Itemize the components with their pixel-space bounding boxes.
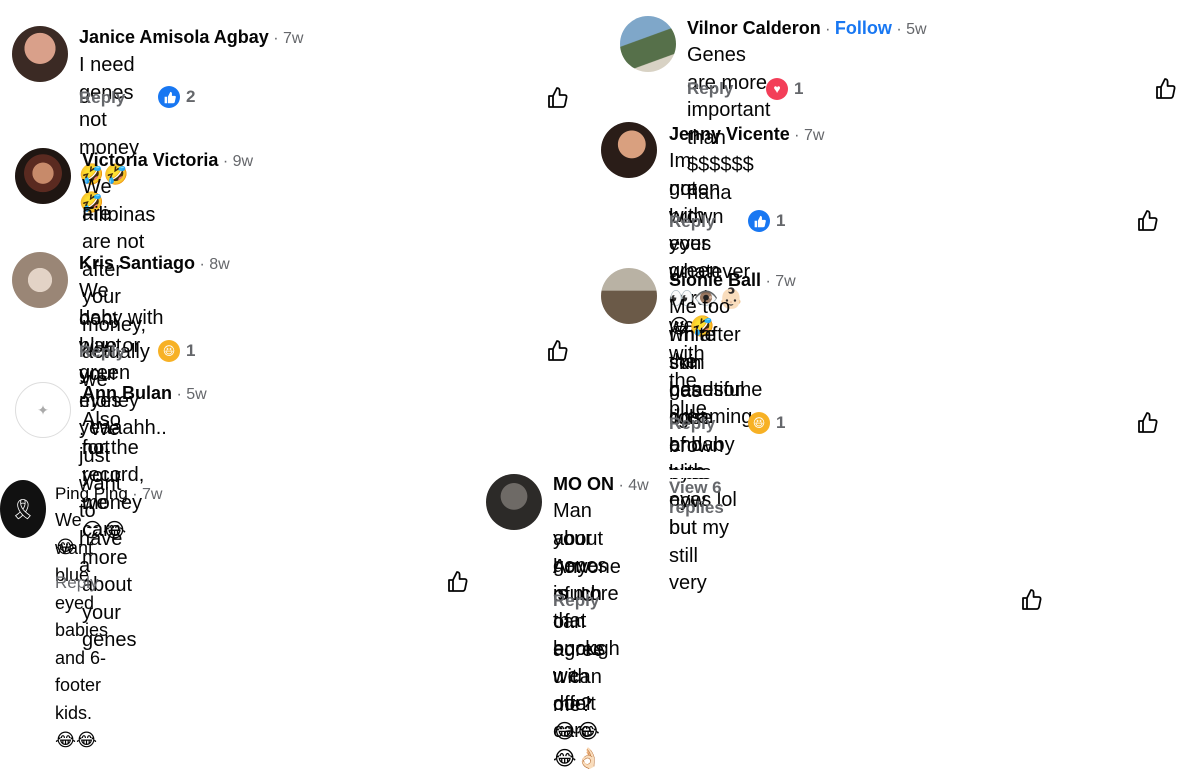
view-replies-link[interactable]: ⌄View 6 replies [669,458,724,518]
follow-button[interactable]: Follow [835,18,892,38]
like-reaction-icon [158,86,180,108]
comment-age[interactable]: 7w [775,273,795,290]
reply-button[interactable]: Reply [669,414,715,434]
reply-button[interactable]: Reply [687,79,733,99]
like-thumb-icon[interactable] [1020,588,1044,612]
comment-text-line-2: are after your genes.. [82,203,111,221]
reaction-summary[interactable]: 😆 1 [158,340,195,362]
reply-button[interactable]: Reply [553,591,599,611]
reply-button[interactable]: Reply [79,88,125,108]
like-thumb-icon[interactable] [1136,209,1160,233]
avatar[interactable] [620,16,676,72]
reaction-count: 2 [186,87,196,106]
commenter-name[interactable]: Victoria Victoria [82,150,218,170]
commenter-name[interactable]: Ping Ping [55,484,128,503]
commenter-name[interactable]: Jenny Vicente [669,124,790,144]
commenter-name[interactable]: Janice Amisola Agbay [79,27,269,47]
avatar[interactable] [601,122,657,178]
like-thumb-icon[interactable] [446,570,470,594]
like-thumb-icon[interactable] [1136,411,1160,435]
reply-button[interactable]: Reply [669,212,715,232]
avatar[interactable] [12,26,68,82]
avatar[interactable] [486,474,542,530]
love-reaction-icon: ♥ [766,78,788,100]
comment-text-line-4: handsome [669,379,763,401]
reaction-count: 1 [776,211,786,230]
reaction-count: 1 [794,79,804,98]
commenter-name[interactable]: Kris Santiago [79,253,195,273]
comment-emoji-line-2: 😂 [55,537,77,557]
reaction-count: 1 [186,341,196,360]
commenter-name[interactable]: Ann Bulan [82,383,172,403]
comment-age[interactable]: 7w [804,127,824,144]
comment-age[interactable]: 5w [186,386,206,403]
comment-age[interactable]: 7w [142,486,162,503]
like-thumb-icon[interactable] [546,339,570,363]
like-reaction-icon [748,210,770,232]
reaction-summary[interactable]: 2 [158,86,195,108]
reaction-summary[interactable]: ♥ 1 [766,78,803,100]
comment-age[interactable]: 4w [628,477,648,494]
reaction-summary[interactable]: 😆 1 [748,412,785,434]
reply-button[interactable]: Reply [79,342,125,362]
screenshot-cut [0,221,592,233]
like-thumb-icon[interactable] [1154,77,1178,101]
commenter-name[interactable]: MO ON [553,474,614,494]
haha-reaction-icon: 😆 [158,340,180,362]
comment-age[interactable]: 5w [906,21,926,38]
comment-emoji: 😂😂 [55,730,98,750]
comment-age[interactable]: 7w [283,30,303,47]
avatar[interactable] [15,148,71,204]
avatar[interactable] [12,252,68,308]
comment-age[interactable]: 8w [209,256,229,273]
comment-text-line-3: Anyone of. U can agree with me? [553,556,621,716]
like-thumb-icon[interactable] [546,86,570,110]
reaction-count: 1 [776,413,786,432]
commenter-name[interactable]: Vilnor Calderon [687,18,821,38]
comment-emoji: 😂😂😂👌🏻 [553,720,602,771]
reaction-summary[interactable]: 1 [748,210,785,232]
screenshot-cut [592,470,1199,478]
commenter-name[interactable]: Sionie Ball [669,270,761,290]
haha-reaction-icon: 😆 [748,412,770,434]
avatar[interactable]: ✦ [15,382,71,438]
avatar[interactable]: 🎗 [0,480,46,538]
reply-button[interactable]: Reply [55,573,98,593]
comment-age[interactable]: 9w [233,153,253,170]
avatar[interactable] [601,268,657,324]
